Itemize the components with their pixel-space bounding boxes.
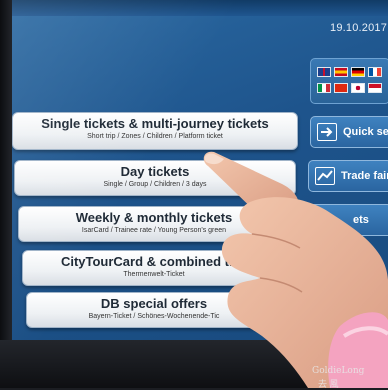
top-status-bar: [12, 0, 388, 16]
gb-flag-icon[interactable]: [317, 67, 331, 77]
es-flag-icon[interactable]: [334, 67, 348, 77]
single-tickets-title: Single tickets & multi-journey tickets: [41, 116, 269, 131]
cn-flag-icon[interactable]: [334, 83, 348, 93]
fr-flag-icon[interactable]: [368, 67, 382, 77]
watermark-chinese: 去 風: [318, 379, 339, 389]
other-flag-icon[interactable]: [368, 83, 382, 93]
date-display: 19.10.2017: [330, 22, 388, 34]
quick-select-label: Quick sel: [343, 126, 388, 138]
jp-flag-icon[interactable]: [351, 83, 365, 93]
arrow-right-icon: [317, 123, 337, 141]
it-flag-icon[interactable]: [317, 83, 331, 93]
watermark-text: GoldieLong: [312, 366, 365, 376]
kiosk-bezel-left: [0, 0, 12, 388]
de-flag-icon[interactable]: [351, 67, 365, 77]
language-selector[interactable]: [310, 58, 388, 104]
pointing-hand-photo: [203, 151, 388, 388]
